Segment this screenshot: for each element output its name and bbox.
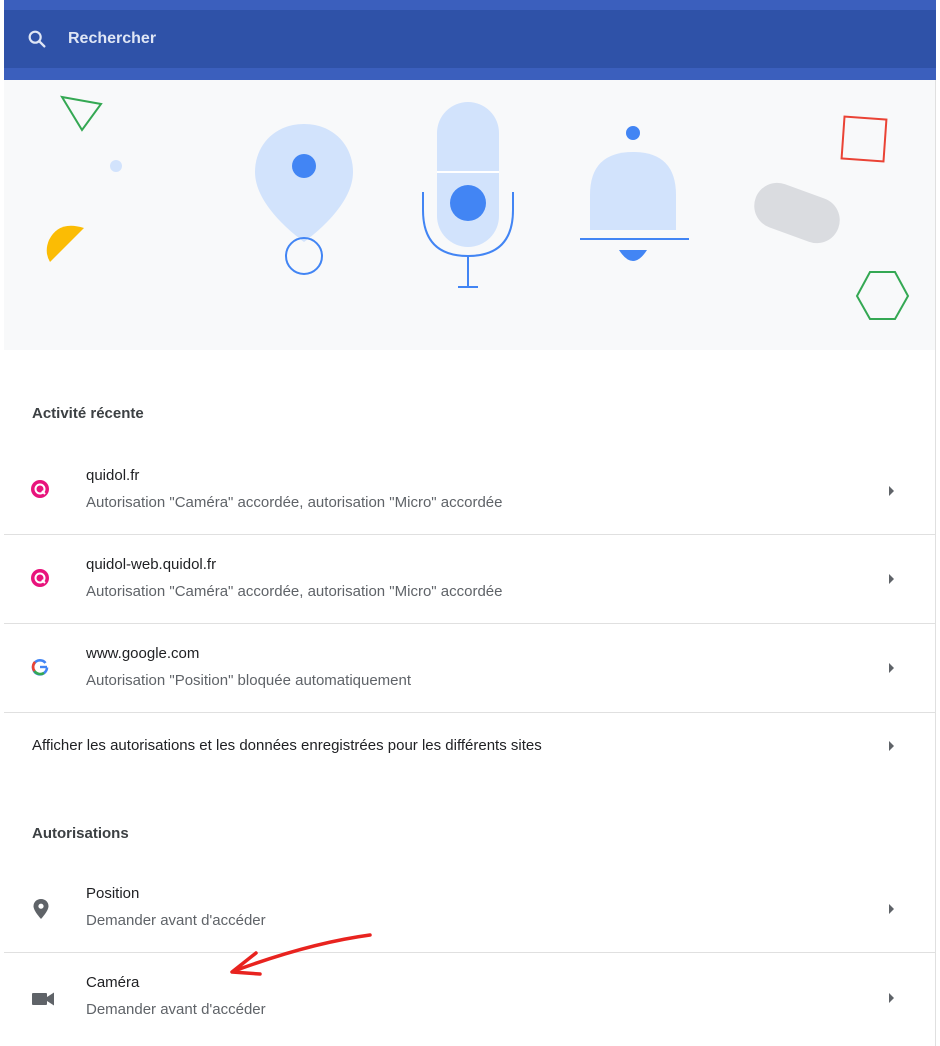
chevron-right-icon bbox=[889, 741, 894, 751]
recent-site-row[interactable]: quidol.fr Autorisation "Caméra" accordée… bbox=[4, 446, 935, 535]
videocam-icon bbox=[32, 992, 54, 1006]
permission-detail: Demander avant d'accéder bbox=[86, 1001, 266, 1018]
red-arrow-annotation bbox=[230, 933, 372, 976]
google-favicon-icon bbox=[31, 659, 49, 676]
chevron-right-icon bbox=[889, 574, 894, 584]
chevron-right-icon bbox=[889, 663, 894, 673]
search-input[interactable]: Rechercher bbox=[68, 30, 156, 48]
search-bar[interactable]: Rechercher bbox=[4, 0, 936, 80]
permission-name: Position bbox=[86, 885, 140, 902]
site-permission-detail: Autorisation "Caméra" accordée, autorisa… bbox=[86, 583, 503, 600]
site-name: quidol.fr bbox=[86, 467, 140, 484]
site-permission-detail: Autorisation "Caméra" accordée, autorisa… bbox=[86, 494, 503, 511]
square-outline-icon bbox=[840, 115, 888, 163]
settings-page: Rechercher Activité récente quidol.fr Au… bbox=[0, 0, 940, 1046]
microphone-icon bbox=[422, 102, 514, 288]
all-sites-row[interactable]: Afficher les autorisations et les donnée… bbox=[4, 713, 935, 779]
pill-shape-icon bbox=[754, 182, 840, 244]
dot-icon bbox=[110, 160, 122, 172]
site-name: quidol-web.quidol.fr bbox=[86, 556, 217, 573]
site-name: www.google.com bbox=[86, 645, 200, 662]
location-icon bbox=[33, 899, 49, 919]
half-disc-icon bbox=[46, 225, 84, 262]
bell-icon bbox=[580, 126, 689, 261]
panel-edge bbox=[935, 80, 936, 1046]
permission-name: Caméra bbox=[86, 974, 140, 991]
permission-row-position[interactable]: Position Demander avant d'accéder bbox=[4, 864, 935, 953]
search-icon[interactable] bbox=[26, 28, 48, 50]
chevron-right-icon bbox=[889, 486, 894, 496]
chevron-right-icon bbox=[889, 993, 894, 1003]
location-pin-icon bbox=[255, 124, 353, 275]
all-sites-link[interactable]: Afficher les autorisations et les donnée… bbox=[32, 737, 542, 754]
site-permission-detail: Autorisation "Position" bloquée automati… bbox=[86, 672, 412, 689]
recent-site-row[interactable]: quidol-web.quidol.fr Autorisation "Camér… bbox=[4, 535, 935, 624]
quidol-favicon-icon bbox=[31, 569, 49, 587]
quidol-favicon-icon bbox=[31, 480, 49, 498]
permission-row-camera[interactable]: Caméra Demander avant d'accéder bbox=[4, 953, 935, 1042]
triangle-outline-icon bbox=[59, 95, 103, 132]
recent-site-row[interactable]: www.google.com Autorisation "Position" b… bbox=[4, 624, 935, 713]
permissions-illustration bbox=[4, 80, 935, 350]
chevron-right-icon bbox=[889, 904, 894, 914]
permissions-header: Autorisations bbox=[32, 825, 129, 842]
recent-activity-header: Activité récente bbox=[32, 405, 144, 422]
hexagon-outline-icon bbox=[855, 271, 910, 320]
